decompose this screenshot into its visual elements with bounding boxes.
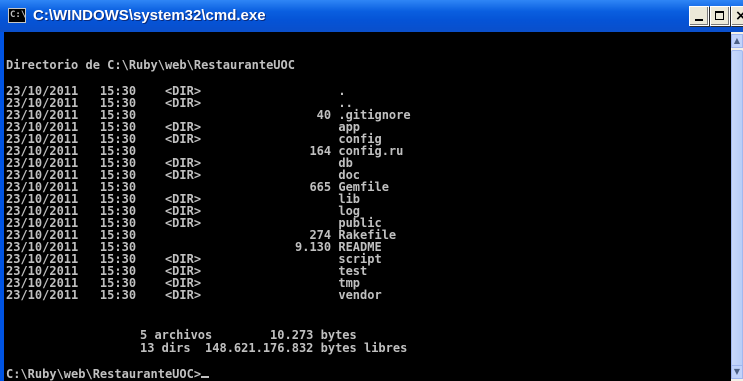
minimize-button[interactable]: [689, 6, 709, 26]
close-icon: ×: [735, 8, 743, 24]
directory-header: Directorio de C:\Ruby\web\RestauranteUOC: [6, 58, 295, 72]
arrow-up-icon: ▲: [733, 36, 741, 45]
entry-time: 15:30: [78, 288, 137, 302]
entry-type: <DIR>: [136, 288, 230, 302]
title-bar[interactable]: C:\ C:\WINDOWS\system32\cmd.exe ×: [0, 0, 743, 32]
minimize-icon: [695, 19, 703, 21]
entry-name: vendor: [331, 288, 382, 302]
maximize-button[interactable]: [710, 6, 730, 26]
text-cursor: [201, 376, 210, 378]
listing-row: 23/10/2011 15:30 <DIR> vendor: [6, 288, 382, 302]
window-title: C:\WINDOWS\system32\cmd.exe: [33, 7, 266, 24]
vertical-scrollbar[interactable]: ▲ ▼: [731, 32, 743, 381]
cmd-app-icon[interactable]: C:\: [8, 8, 26, 23]
entry-size: [230, 288, 331, 302]
dirs-summary: 13 dirs 148.621.176.832 bytes libres: [140, 341, 408, 355]
cmd-window: C:\ C:\WINDOWS\system32\cmd.exe × Direct…: [0, 0, 743, 381]
maximize-icon: [715, 11, 724, 20]
prompt-text: C:\Ruby\web\RestauranteUOC>: [6, 367, 202, 381]
scrollbar-thumb[interactable]: [731, 50, 743, 370]
arrow-down-icon: ▼: [733, 367, 741, 376]
scroll-down-button[interactable]: ▼: [731, 365, 743, 379]
files-summary: 5 archivos 10.273 bytes: [140, 328, 357, 342]
command-prompt[interactable]: C:\Ruby\web\RestauranteUOC>: [6, 367, 210, 381]
close-button[interactable]: ×: [731, 6, 743, 26]
directory-listing: 23/10/2011 15:30 <DIR> . 23/10/2011 15:3…: [6, 85, 411, 301]
scroll-up-button[interactable]: ▲: [731, 34, 743, 48]
console-area[interactable]: Directorio de C:\Ruby\web\RestauranteUOC…: [4, 32, 731, 381]
entry-date: 23/10/2011: [6, 288, 79, 302]
